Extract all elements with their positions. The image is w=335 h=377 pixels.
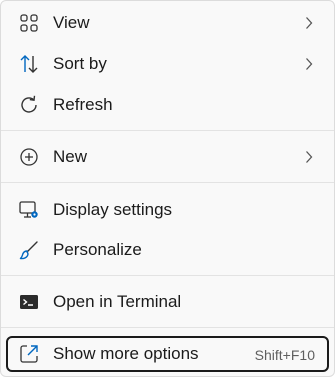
menu-item-view[interactable]: View (6, 5, 329, 41)
menu-item-sort-by[interactable]: Sort by (6, 46, 329, 82)
sort-arrows-icon (18, 53, 40, 75)
context-menu: View Sort by Refresh New Display setting… (0, 0, 335, 377)
menu-separator (1, 182, 334, 183)
menu-item-label: Refresh (53, 95, 113, 114)
menu-item-personalize[interactable]: Personalize (6, 232, 329, 268)
menu-separator (1, 275, 334, 276)
brush-icon (18, 239, 40, 261)
chevron-right-icon (305, 57, 313, 71)
menu-item-label: Personalize (53, 240, 142, 259)
menu-item-new[interactable]: New (6, 139, 329, 175)
menu-item-label: Open in Terminal (53, 292, 182, 311)
terminal-icon (18, 291, 40, 313)
chevron-right-icon (305, 150, 313, 164)
menu-item-display-settings[interactable]: Display settings (6, 192, 329, 228)
shortcut-hint: Shift+F10 (254, 347, 315, 363)
menu-item-label: Display settings (53, 200, 173, 219)
menu-item-label: Show more options (53, 344, 199, 363)
menu-item-label: Sort by (53, 54, 107, 73)
refresh-icon (18, 94, 40, 116)
grid-icon (18, 12, 40, 34)
menu-separator (1, 130, 334, 131)
menu-item-label: New (53, 147, 88, 166)
menu-item-open-in-terminal[interactable]: Open in Terminal (6, 284, 329, 320)
menu-item-refresh[interactable]: Refresh (6, 87, 329, 123)
plus-circle-icon (18, 146, 40, 168)
chevron-right-icon (305, 16, 313, 30)
menu-separator (1, 327, 334, 328)
display-settings-icon (18, 199, 40, 221)
menu-item-show-more-options[interactable]: Show more options Shift+F10 (6, 336, 329, 372)
open-external-icon (18, 343, 40, 365)
menu-item-label: View (53, 13, 90, 32)
